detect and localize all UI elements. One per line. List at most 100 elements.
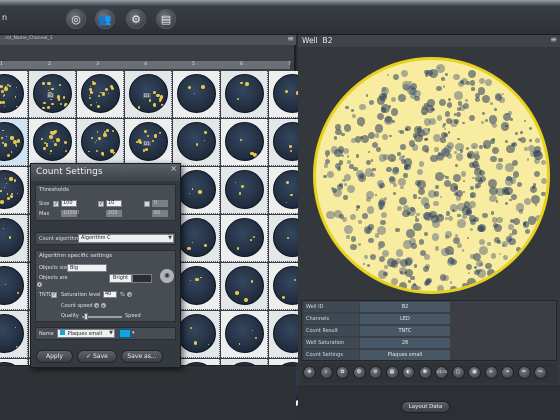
- plaque-spot: [346, 235, 350, 239]
- well-image[interactable]: [313, 57, 550, 294]
- mid-input[interactable]: 10: [106, 200, 122, 207]
- split-icon[interactable]: ⚮: [517, 366, 531, 379]
- quality-label: Quality: [61, 313, 79, 319]
- plate-well-cell[interactable]: [0, 119, 28, 166]
- speed-down-icon[interactable]: ◂: [94, 303, 99, 308]
- plaque-spot: [355, 154, 360, 158]
- plate-well-cell[interactable]: D1: [125, 119, 172, 166]
- colonies-icon[interactable]: ❂: [352, 366, 366, 379]
- settings-icon[interactable]: ⚙: [369, 366, 382, 379]
- name-group: Name Plaques small ▼ ▾: [35, 327, 176, 340]
- plaque-spot: [403, 158, 413, 167]
- plaque-spot: [440, 76, 446, 82]
- grid-icon[interactable]: ▦: [385, 366, 399, 379]
- plate-well-cell[interactable]: [77, 71, 124, 118]
- save-button[interactable]: ✓ Save: [77, 350, 117, 363]
- plate-well-cell[interactable]: [221, 167, 268, 214]
- ratio-icon[interactable]: 1/1.74: [435, 366, 448, 379]
- algorithm-select[interactable]: Algorithm C ▼: [78, 234, 174, 243]
- palette-icon[interactable]: ✿: [336, 366, 349, 379]
- plate-well-cell[interactable]: [173, 71, 220, 118]
- plate-well-cell[interactable]: [29, 119, 76, 166]
- plate-well-cell[interactable]: [0, 263, 28, 310]
- plate-well-cell[interactable]: [0, 311, 28, 358]
- color-swatch[interactable]: [119, 329, 131, 338]
- color-icon[interactable]: ✽: [418, 366, 432, 379]
- right-max-input[interactable]: 60: [152, 210, 168, 217]
- box-icon[interactable]: ▢: [451, 366, 465, 379]
- save-as-button[interactable]: Save as...: [121, 350, 163, 363]
- tntc-checkbox[interactable]: ✓: [51, 292, 57, 298]
- dots-icon[interactable]: ▣: [468, 366, 481, 379]
- plaque-spot: [446, 153, 452, 159]
- saturation-unit: %: [120, 292, 125, 298]
- plate-well-cell[interactable]: [0, 215, 28, 262]
- plaque-spot: [474, 184, 479, 189]
- plaque-spot: [487, 242, 491, 246]
- people-icon[interactable]: 👥: [95, 9, 115, 29]
- object-size-label: Objects size: [39, 265, 70, 271]
- plaque-spot: [389, 134, 392, 137]
- zoom-icon[interactable]: ⌕: [319, 366, 333, 379]
- move-icon[interactable]: ✥: [303, 366, 316, 379]
- apply-button[interactable]: Apply: [36, 350, 73, 363]
- menu-icon[interactable]: ≡: [287, 34, 294, 43]
- chevron-down-icon[interactable]: ▾: [132, 330, 135, 336]
- plaque-spot: [475, 96, 481, 102]
- plate-well-cell[interactable]: B2: [29, 71, 76, 118]
- right-checkbox[interactable]: [144, 201, 150, 207]
- plate-well-cell[interactable]: [173, 119, 220, 166]
- slider-knob[interactable]: [84, 313, 88, 320]
- plaque-spot: [418, 187, 426, 196]
- book-icon[interactable]: ▤: [156, 9, 176, 29]
- plate-well-cell[interactable]: [0, 167, 28, 214]
- right-input[interactable]: 0: [152, 200, 168, 207]
- mid-max-input[interactable]: 200: [106, 210, 122, 217]
- plate-well-cell[interactable]: [221, 263, 268, 310]
- size-checkbox[interactable]: ✓: [53, 201, 59, 207]
- saturation-spin-icon[interactable]: ◂: [127, 292, 132, 297]
- plaque-spot: [523, 120, 527, 123]
- plaque-spot: [362, 213, 368, 219]
- gear-icon[interactable]: ⚙: [126, 9, 146, 29]
- max-input[interactable]: 10000: [61, 210, 79, 217]
- size-input[interactable]: 100: [61, 200, 77, 207]
- contrast-icon[interactable]: ◐: [402, 366, 415, 379]
- plaque-spot: [535, 138, 540, 143]
- plate-well-cell[interactable]: [221, 215, 268, 262]
- speed-up-icon[interactable]: ▸: [101, 303, 106, 308]
- plaque-spot: [381, 87, 389, 95]
- option-radio[interactable]: •: [37, 282, 42, 287]
- object-size-select[interactable]: Big: [67, 264, 107, 272]
- plate-well-cell[interactable]: [0, 71, 28, 118]
- quality-speed-slider[interactable]: [82, 316, 122, 318]
- plaque-spot: [465, 146, 470, 150]
- add-icon[interactable]: +: [484, 366, 498, 379]
- plaque-spot: [427, 128, 431, 131]
- logo-icon[interactable]: ◎: [66, 9, 86, 29]
- plate-well-cell[interactable]: [221, 71, 268, 118]
- menu-icon[interactable]: ≡: [550, 35, 557, 44]
- plaque-spot: [346, 155, 350, 158]
- dialog-title-bar[interactable]: Count Settings ×: [31, 164, 180, 181]
- plate-well-cell[interactable]: [77, 119, 124, 166]
- group-icon[interactable]: ⚭: [501, 366, 514, 379]
- plaque-spot: [524, 198, 532, 205]
- plate-well-cell[interactable]: [221, 119, 268, 166]
- plaque-spot: [351, 109, 354, 112]
- left-footer: [0, 365, 296, 420]
- bright-toggle[interactable]: Bright: [109, 274, 132, 283]
- saturation-input[interactable]: 40: [103, 291, 117, 298]
- plaque-spot: [450, 285, 458, 291]
- plaque-spot: [447, 131, 451, 134]
- name-select[interactable]: Plaques small ▼: [57, 329, 115, 338]
- dark-toggle[interactable]: [132, 274, 152, 283]
- plate-well-cell[interactable]: D1: [125, 71, 172, 118]
- layout-data-button[interactable]: Layout Data: [401, 401, 450, 413]
- merge-icon[interactable]: ⚯: [534, 366, 547, 379]
- color-picker-icon[interactable]: ✺: [160, 269, 174, 283]
- plaque-spot: [363, 254, 368, 260]
- plate-well-cell[interactable]: [221, 311, 268, 358]
- mid-checkbox[interactable]: ✓: [98, 201, 104, 207]
- close-icon[interactable]: ×: [170, 164, 177, 173]
